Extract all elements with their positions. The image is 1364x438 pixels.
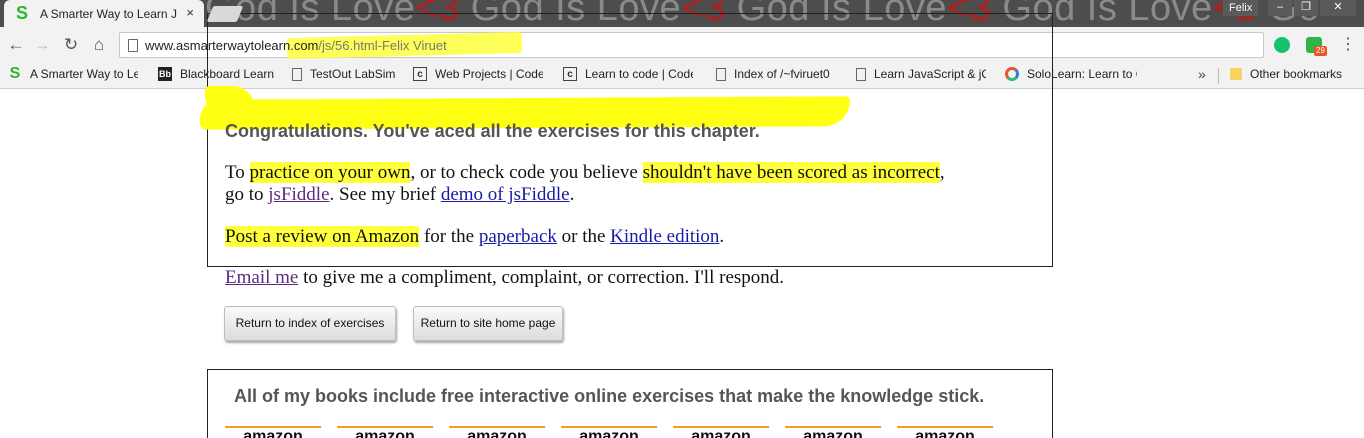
reload-icon[interactable]: ↻	[60, 34, 82, 56]
active-tab[interactable]: S A Smarter Way to Learn J ×	[4, 0, 204, 27]
return-to-home-button[interactable]: Return to site home page	[413, 306, 563, 341]
review-paragraph: Post a review on Amazon for the paperbac…	[225, 226, 725, 247]
return-to-index-button[interactable]: Return to index of exercises	[224, 306, 396, 341]
amazon-book-link[interactable]: amazon	[897, 426, 993, 438]
amazon-book-link[interactable]: amazon	[225, 426, 321, 438]
back-arrow-icon[interactable]: ←	[5, 34, 27, 56]
grammarly-extension-icon[interactable]	[1274, 37, 1290, 53]
email-paragraph: Email me to give me a compliment, compla…	[225, 267, 785, 288]
more-bookmarks-icon[interactable]: »	[1198, 66, 1206, 82]
amazon-book-link[interactable]: amazon	[449, 426, 545, 438]
smarter-way-favicon-icon: S	[16, 3, 29, 23]
email-me-link[interactable]: Email me	[225, 267, 298, 288]
books-heading: All of my books include free interactive…	[234, 386, 985, 406]
folder-icon	[1230, 68, 1242, 80]
forward-arrow-icon[interactable]: →	[31, 34, 53, 56]
amazon-book-link[interactable]: amazon	[337, 426, 433, 438]
home-icon[interactable]: ⌂	[88, 34, 110, 56]
practice-paragraph-line1: To practice on your own, or to check cod…	[225, 162, 945, 183]
kindle-edition-link[interactable]: Kindle edition	[610, 226, 719, 247]
jsfiddle-link[interactable]: jsFiddle	[268, 184, 329, 205]
blackboard-icon: Bb	[158, 67, 172, 81]
amazon-book-link[interactable]: amazon	[785, 426, 881, 438]
page-info-icon[interactable]	[128, 39, 138, 52]
practice-paragraph-line2: go to jsFiddle. See my brief demo of jsF…	[225, 184, 575, 205]
bookmarks-divider	[1218, 68, 1219, 84]
bookmark-smarter-way[interactable]: S A Smarter Way to Le	[8, 65, 138, 82]
extension-badge: 29	[1314, 46, 1327, 56]
demo-jsfiddle-link[interactable]: demo of jsFiddle	[441, 184, 570, 205]
congrats-heading: Congratulations. You've aced all the exe…	[225, 121, 760, 141]
line-extension-icon[interactable]: 29	[1306, 37, 1327, 56]
profile-button[interactable]: Felix	[1223, 0, 1259, 16]
browser-menu-icon[interactable]: ⋮	[1340, 36, 1356, 54]
restore-button[interactable]: ❐	[1294, 0, 1318, 16]
other-bookmarks[interactable]: Other bookmarks	[1230, 67, 1342, 81]
smarter-way-s-icon: S	[9, 65, 21, 82]
minimize-button[interactable]: –	[1268, 0, 1292, 16]
close-window-button[interactable]: ✕	[1320, 0, 1356, 16]
paperback-link[interactable]: paperback	[479, 226, 557, 247]
amazon-book-link[interactable]: amazon	[561, 426, 657, 438]
amazon-book-link[interactable]: amazon	[673, 426, 769, 438]
tab-close-icon[interactable]: ×	[186, 5, 194, 20]
tab-title: A Smarter Way to Learn J	[40, 6, 177, 21]
